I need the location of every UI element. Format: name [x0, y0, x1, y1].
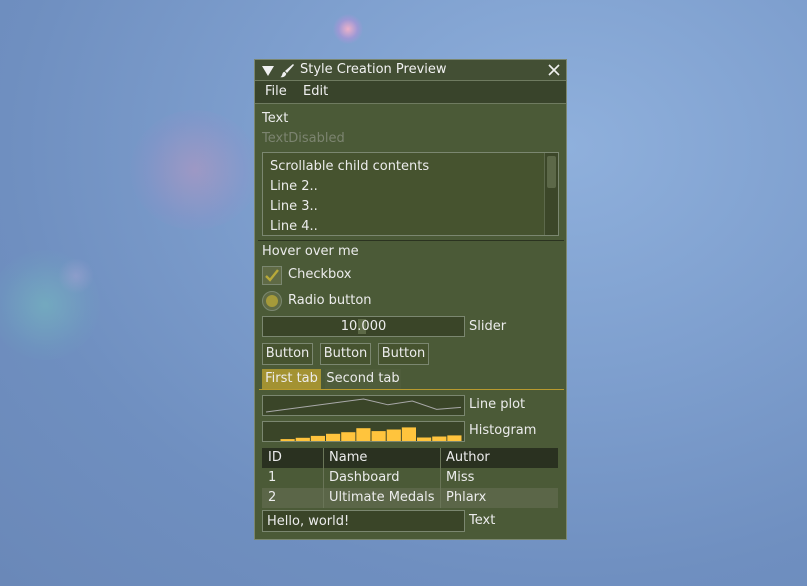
menu-bar: File Edit [255, 81, 566, 104]
histogram-canvas [280, 427, 462, 441]
histogram-bar [401, 427, 416, 441]
header-name[interactable]: Name [323, 448, 440, 468]
close-icon[interactable] [546, 62, 562, 78]
child-line: Line 2.. [270, 179, 318, 194]
slider[interactable]: 10.000 [262, 316, 465, 337]
input-label: Text [469, 513, 496, 528]
histogram[interactable] [262, 421, 465, 442]
table-row[interactable]: 2 Ultimate Medals Phlarx [262, 488, 558, 508]
window-title: Style Creation Preview [300, 62, 447, 77]
text-disabled: TextDisabled [262, 131, 345, 146]
histogram-bar [417, 437, 432, 441]
checkbox[interactable] [262, 266, 282, 285]
scrollable-child[interactable]: Scrollable child contents Line 2.. Line … [262, 152, 559, 236]
cell-author: Miss [446, 470, 475, 485]
child-line: Scrollable child contents [270, 159, 430, 174]
tab-second[interactable]: Second tab [325, 369, 401, 390]
histogram-bar [386, 429, 401, 441]
table-header: ID Name Author [262, 448, 558, 468]
button-2[interactable]: Button [320, 343, 371, 365]
slider-value: 10.000 [340, 319, 387, 334]
collapse-arrow-icon[interactable] [262, 66, 274, 76]
cell-id: 2 [268, 490, 277, 505]
radio-button[interactable] [262, 291, 282, 311]
scrollbar-grab[interactable] [547, 156, 556, 188]
radio-label[interactable]: Radio button [288, 293, 372, 308]
header-id[interactable]: ID [262, 448, 323, 468]
text-input[interactable] [262, 510, 465, 532]
scrollbar[interactable] [544, 153, 558, 235]
checkmark-icon [265, 269, 279, 282]
lens-flare [130, 110, 260, 230]
cell-name: Dashboard [329, 470, 400, 485]
histogram-bar [341, 432, 356, 441]
histogram-bar [280, 439, 295, 441]
lens-flare [58, 258, 94, 294]
separator [258, 240, 564, 241]
header-author[interactable]: Author [440, 448, 558, 468]
lens-flare [333, 14, 363, 44]
button-3[interactable]: Button [378, 343, 429, 365]
cell-name: Ultimate Medals [329, 490, 435, 505]
button-1[interactable]: Button [262, 343, 313, 365]
style-preview-window: Style Creation Preview File Edit Text Te… [254, 59, 567, 540]
histogram-bar [310, 435, 325, 441]
histogram-bar [432, 436, 447, 441]
line-plot-canvas [265, 398, 462, 413]
title-bar[interactable]: Style Creation Preview [255, 60, 566, 81]
menu-edit[interactable]: Edit [303, 84, 328, 99]
slider-label: Slider [469, 319, 507, 334]
line-plot-series [265, 398, 462, 413]
child-line: Line 4.. [270, 219, 318, 234]
table-row[interactable]: 1 Dashboard Miss [262, 468, 558, 488]
line-plot-label: Line plot [469, 397, 526, 412]
cell-author: Phlarx [446, 490, 487, 505]
line-plot[interactable] [262, 395, 465, 416]
lens-flare [0, 250, 100, 360]
text-normal: Text [262, 111, 289, 126]
paintbrush-icon [280, 64, 294, 78]
histogram-bar [356, 428, 371, 441]
histogram-bar [326, 433, 341, 441]
histogram-label: Histogram [469, 423, 537, 438]
child-line: Line 3.. [270, 199, 318, 214]
radio-dot [266, 295, 278, 307]
tab-first[interactable]: First tab [262, 369, 321, 390]
menu-file[interactable]: File [265, 84, 287, 99]
histogram-bar [371, 431, 386, 441]
cell-id: 1 [268, 470, 277, 485]
histogram-bar [295, 437, 310, 441]
tab-underline [259, 389, 564, 390]
histogram-bar [447, 435, 462, 441]
checkbox-label[interactable]: Checkbox [288, 267, 352, 282]
hover-text[interactable]: Hover over me [262, 244, 359, 259]
